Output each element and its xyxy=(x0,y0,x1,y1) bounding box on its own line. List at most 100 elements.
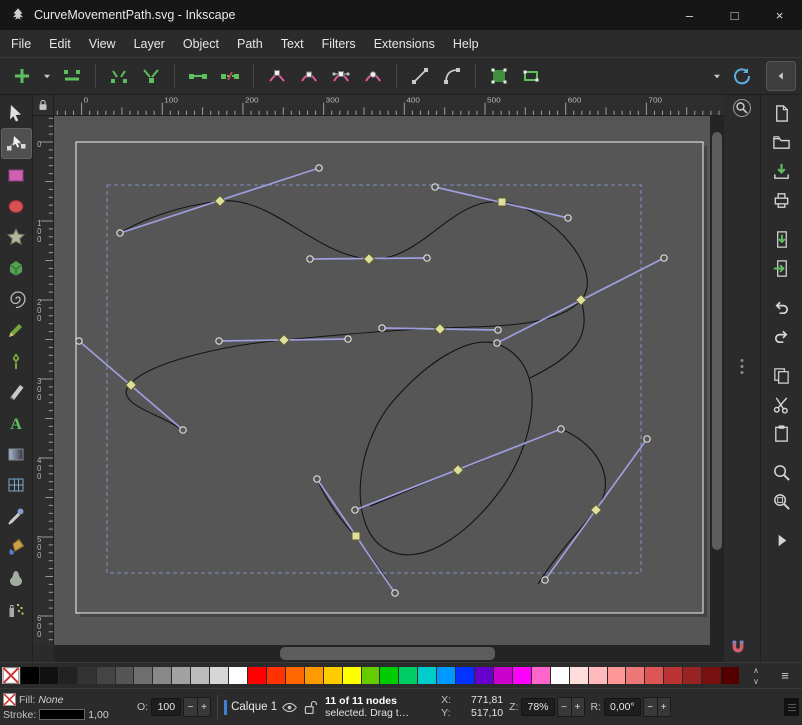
spiral-tool-button[interactable] xyxy=(1,283,32,314)
vertical-ruler[interactable]: 0100200300400500600 xyxy=(33,116,54,645)
palette-swatch-31[interactable] xyxy=(589,667,607,684)
segment-line-button[interactable] xyxy=(405,61,435,91)
palette-menu-button[interactable]: ≡ xyxy=(772,668,798,683)
control-handle-end[interactable] xyxy=(432,184,438,190)
palette-swatch-1[interactable] xyxy=(21,667,39,684)
control-handle-end[interactable] xyxy=(558,426,564,432)
ellipse-tool-button[interactable] xyxy=(1,190,32,221)
palette-swatch-18[interactable] xyxy=(343,667,361,684)
control-handle-end[interactable] xyxy=(379,325,385,331)
node-tool-button[interactable] xyxy=(1,128,32,159)
palette-swatch-25[interactable] xyxy=(475,667,493,684)
spray-tool-button[interactable] xyxy=(1,593,32,624)
palette-swatch-5[interactable] xyxy=(97,667,115,684)
insert-node-options-button[interactable] xyxy=(39,61,55,91)
palette-swatch-13[interactable] xyxy=(248,667,266,684)
duplicate-button[interactable] xyxy=(766,361,798,390)
palette-swatch-28[interactable] xyxy=(532,667,550,684)
node-auto-smooth-button[interactable] xyxy=(358,61,388,91)
zoom-page-button[interactable] xyxy=(766,487,798,516)
paint-bucket-tool-button[interactable] xyxy=(1,531,32,562)
bezier-tool-button[interactable] xyxy=(1,345,32,376)
palette-swatch-29[interactable] xyxy=(551,667,569,684)
palette-swatch-11[interactable] xyxy=(210,667,228,684)
insert-node-button[interactable] xyxy=(7,61,37,91)
rotation-decrease-button[interactable]: − xyxy=(644,698,657,716)
palette-swatch-33[interactable] xyxy=(626,667,644,684)
rotation-input[interactable]: 0,00° xyxy=(604,698,641,716)
join-nodes-button[interactable] xyxy=(136,61,166,91)
snap-toggle-button[interactable] xyxy=(729,638,747,656)
resize-grip[interactable] xyxy=(784,698,799,716)
menu-extensions[interactable]: Extensions xyxy=(365,33,444,55)
palette-scroll-down-button[interactable]: ∨ xyxy=(745,676,767,687)
object-to-path-button[interactable] xyxy=(484,61,514,91)
dropper-tool-button[interactable] xyxy=(1,500,32,531)
control-handle-end[interactable] xyxy=(424,255,430,261)
fill-none-swatch[interactable] xyxy=(3,693,16,706)
pencil-tool-button[interactable] xyxy=(1,314,32,345)
palette-swatch-26[interactable] xyxy=(494,667,512,684)
mesh-tool-button[interactable] xyxy=(1,469,32,500)
import-image-button[interactable] xyxy=(766,225,798,254)
palette-swatch-3[interactable] xyxy=(59,667,77,684)
control-handle-end[interactable] xyxy=(345,336,351,342)
zoom-input[interactable]: 78% xyxy=(521,698,554,716)
zoom-drawing-button[interactable] xyxy=(766,458,798,487)
vertical-scrollbar[interactable] xyxy=(710,116,724,645)
vertical-scrollbar-thumb[interactable] xyxy=(712,132,722,550)
control-handle-end[interactable] xyxy=(494,340,500,346)
paste-button[interactable] xyxy=(766,419,798,448)
stroke-to-path-button[interactable] xyxy=(516,61,546,91)
menu-file[interactable]: File xyxy=(2,33,40,55)
delete-node-button[interactable] xyxy=(57,61,87,91)
layer-visibility-icon[interactable] xyxy=(281,699,298,716)
node-smooth-button[interactable] xyxy=(294,61,324,91)
control-handle-end[interactable] xyxy=(314,476,320,482)
menu-object[interactable]: Object xyxy=(174,33,228,55)
node-corner-button[interactable] xyxy=(262,61,292,91)
control-handle-end[interactable] xyxy=(495,327,501,333)
join-with-segment-button[interactable] xyxy=(183,61,213,91)
undo-button[interactable] xyxy=(766,293,798,322)
palette-swatch-10[interactable] xyxy=(191,667,209,684)
commands-bar-grip[interactable] xyxy=(741,356,744,377)
show-more-button[interactable] xyxy=(766,526,798,555)
control-handle-end[interactable] xyxy=(180,427,186,433)
horizontal-scrollbar[interactable] xyxy=(54,645,710,662)
coordinate-options-button[interactable] xyxy=(709,61,725,91)
tweak-tool-button[interactable] xyxy=(1,562,32,593)
palette-swatch-0[interactable] xyxy=(2,667,20,684)
show-transform-handles-button[interactable] xyxy=(727,61,757,91)
palette-swatch-32[interactable] xyxy=(608,667,626,684)
delete-segment-button[interactable] xyxy=(215,61,245,91)
opacity-decrease-button[interactable]: − xyxy=(184,698,197,716)
path-node[interactable] xyxy=(498,198,506,206)
palette-swatch-19[interactable] xyxy=(362,667,380,684)
zoom-decrease-button[interactable]: − xyxy=(558,698,571,716)
fill-value[interactable]: None xyxy=(38,694,63,706)
palette-swatch-14[interactable] xyxy=(267,667,285,684)
current-layer-selector[interactable]: Calque 1 xyxy=(231,701,277,713)
control-handle-end[interactable] xyxy=(661,255,667,261)
palette-swatch-20[interactable] xyxy=(380,667,398,684)
menu-layer[interactable]: Layer xyxy=(125,33,174,55)
palette-swatch-38[interactable] xyxy=(721,667,739,684)
control-handle-end[interactable] xyxy=(392,590,398,596)
open-document-button[interactable] xyxy=(766,128,798,157)
palette-swatch-7[interactable] xyxy=(134,667,152,684)
minimize-button[interactable]: – xyxy=(667,0,712,30)
panel-toggle-button[interactable] xyxy=(766,61,796,91)
palette-swatch-12[interactable] xyxy=(229,667,247,684)
calligraphy-tool-button[interactable] xyxy=(1,376,32,407)
redo-button[interactable] xyxy=(766,322,798,351)
selector-tool-button[interactable] xyxy=(1,97,32,128)
control-handle-end[interactable] xyxy=(352,507,358,513)
menu-filters[interactable]: Filters xyxy=(313,33,365,55)
control-handle-end[interactable] xyxy=(76,338,82,344)
cut-button[interactable] xyxy=(766,390,798,419)
close-button[interactable]: × xyxy=(757,0,802,30)
path-node[interactable] xyxy=(352,532,360,540)
palette-swatch-2[interactable] xyxy=(40,667,58,684)
palette-swatch-24[interactable] xyxy=(456,667,474,684)
